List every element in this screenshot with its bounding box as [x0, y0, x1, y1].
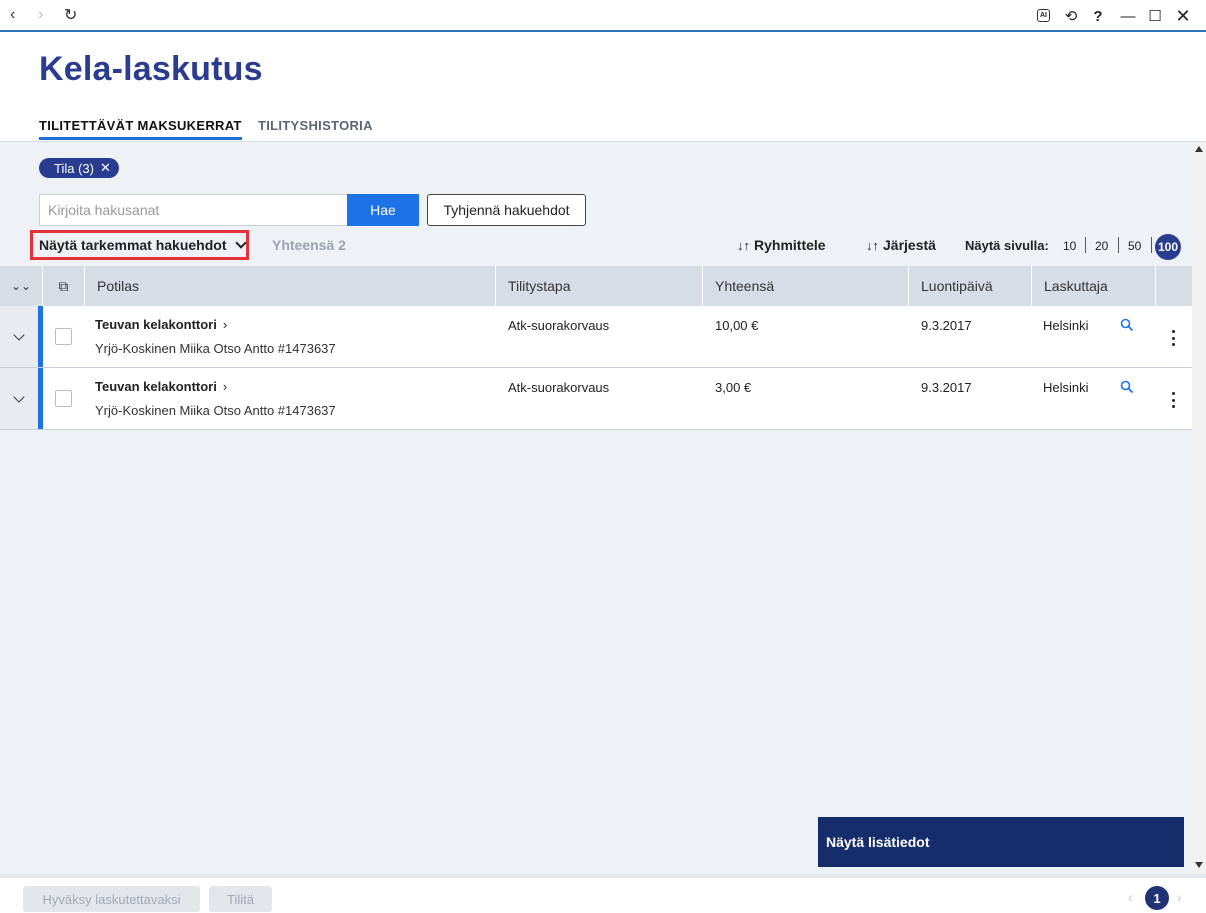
patient-name: Yrjö-Koskinen Miika Otso Antto #1473637 [95, 403, 336, 418]
main-content: Tila (3) ✕ Hae Tyhjennä hakuehdot Näytä … [0, 142, 1192, 874]
cell-total: 3,00 € [715, 380, 752, 395]
tab-tilityshistoria[interactable]: TILITYSHISTORIA [258, 118, 373, 133]
office-name: Teuvan kelakonttori [95, 379, 217, 394]
column-luontipaiva[interactable]: Luontipäivä [908, 266, 1031, 306]
table-row[interactable]: Teuvan kelakonttori › Yrjö-Koskinen Miika… [0, 368, 1192, 430]
sort-label: Järjestä [883, 237, 936, 253]
ai-icon[interactable]: AI [1037, 9, 1050, 22]
column-laskuttaja[interactable]: Laskuttaja [1031, 266, 1155, 306]
show-details-button[interactable]: Näytä lisätiedot [818, 817, 1184, 867]
advanced-search-toggle[interactable]: Näytä tarkemmat hakuehdot [30, 230, 249, 260]
window-titlebar: ‹ › ↻ AI ⟲ ? — ☐ ✕ [0, 0, 1206, 32]
back-icon[interactable]: ‹ [10, 6, 15, 24]
patient-name: Yrjö-Koskinen Miika Otso Antto #1473637 [95, 341, 336, 356]
group-label: Ryhmittele [754, 237, 826, 253]
chevron-right-icon[interactable]: › [1177, 889, 1182, 905]
per-page-label: Näytä sivulla: [965, 238, 1049, 253]
scroll-up-icon[interactable] [1195, 146, 1203, 152]
history-icon[interactable]: ⟲ [1060, 5, 1082, 27]
row-checkbox[interactable] [55, 328, 72, 345]
cell-date: 9.3.2017 [921, 380, 972, 395]
row-expand-button[interactable] [0, 306, 38, 367]
page-header: Kela-laskutus TILITETTÄVÄT MAKSUKERRAT T… [0, 34, 1206, 142]
clear-filters-button[interactable]: Tyhjennä hakuehdot [427, 194, 586, 226]
column-potilas[interactable]: Potilas [84, 266, 495, 306]
cell-date: 9.3.2017 [921, 318, 972, 333]
office-link[interactable]: Teuvan kelakonttori › [95, 317, 227, 332]
search-input[interactable] [39, 194, 348, 226]
sort-button[interactable]: ↓↑ Järjestä [866, 237, 936, 253]
minimize-icon[interactable]: — [1117, 5, 1139, 27]
action-footer: Hyväksy laskutettavaksi Tilitä ‹ 1 › [0, 874, 1206, 913]
total-count: Yhteensä 2 [272, 237, 346, 253]
office-name: Teuvan kelakonttori [95, 317, 217, 332]
table-header: ⌄⌄ ⧉ Potilas Tilitystapa Yhteensä Luonti… [0, 266, 1192, 306]
search-button[interactable]: Hae [347, 194, 419, 226]
chevron-down-icon [13, 390, 25, 403]
chevron-left-icon[interactable]: ‹ [1128, 889, 1133, 905]
divider [1085, 237, 1086, 253]
column-yhteensa[interactable]: Yhteensä [702, 266, 908, 306]
divider [1118, 237, 1119, 253]
filter-chip-tila[interactable]: Tila (3) ✕ [39, 158, 119, 178]
vertical-scrollbar[interactable] [1192, 142, 1206, 874]
group-button[interactable]: ↓↑ Ryhmittele [737, 237, 826, 253]
select-all-icon[interactable]: ⧉ [42, 266, 84, 306]
help-icon[interactable]: ? [1087, 5, 1109, 27]
row-accent [38, 368, 43, 429]
row-accent [38, 306, 43, 367]
search-icon[interactable] [1120, 380, 1134, 394]
per-page-option-100[interactable]: 100 [1155, 234, 1181, 260]
cell-biller: Helsinki [1043, 380, 1089, 395]
sort-arrows-icon: ↓↑ [737, 238, 750, 253]
per-page-option-10[interactable]: 10 [1063, 239, 1076, 253]
row-checkbox[interactable] [55, 390, 72, 407]
refresh-icon[interactable]: ↻ [64, 5, 77, 25]
table-row[interactable]: Teuvan kelakonttori › Yrjö-Koskinen Miika… [0, 306, 1192, 368]
chevron-down-icon [234, 237, 247, 249]
per-page-option-50[interactable]: 50 [1128, 239, 1141, 253]
filter-chip-label: Tila (3) [54, 160, 94, 176]
column-tilitystapa[interactable]: Tilitystapa [495, 266, 702, 306]
close-icon[interactable]: ✕ [100, 160, 111, 176]
row-expand-button[interactable] [0, 368, 38, 429]
scroll-down-icon[interactable] [1195, 862, 1203, 868]
close-window-icon[interactable]: ✕ [1172, 5, 1194, 27]
cell-method: Atk-suorakorvaus [508, 380, 610, 395]
chevron-right-icon: › [222, 379, 228, 394]
office-link[interactable]: Teuvan kelakonttori › [95, 379, 227, 394]
sort-arrows-icon: ↓↑ [866, 238, 879, 253]
settle-button[interactable]: Tilitä [209, 886, 272, 912]
advanced-search-label: Näytä tarkemmat hakuehdot [39, 237, 227, 253]
chevron-down-icon [13, 328, 25, 341]
tab-tilitettavat[interactable]: TILITETTÄVÄT MAKSUKERRAT [39, 118, 242, 140]
current-page[interactable]: 1 [1145, 886, 1169, 910]
more-options-icon[interactable] [1170, 330, 1176, 346]
expand-all-icon[interactable]: ⌄⌄ [0, 266, 42, 306]
cell-total: 10,00 € [715, 318, 759, 333]
more-options-icon[interactable] [1170, 392, 1176, 408]
page-title: Kela-laskutus [39, 50, 263, 88]
search-icon[interactable] [1120, 318, 1134, 332]
forward-icon[interactable]: › [38, 6, 43, 24]
divider [1151, 237, 1152, 253]
column-actions [1155, 266, 1192, 306]
cell-biller: Helsinki [1043, 318, 1089, 333]
chevron-right-icon: › [222, 317, 228, 332]
approve-button[interactable]: Hyväksy laskutettavaksi [23, 886, 200, 912]
per-page-option-20[interactable]: 20 [1095, 239, 1108, 253]
maximize-icon[interactable]: ☐ [1144, 5, 1166, 27]
cell-method: Atk-suorakorvaus [508, 318, 610, 333]
